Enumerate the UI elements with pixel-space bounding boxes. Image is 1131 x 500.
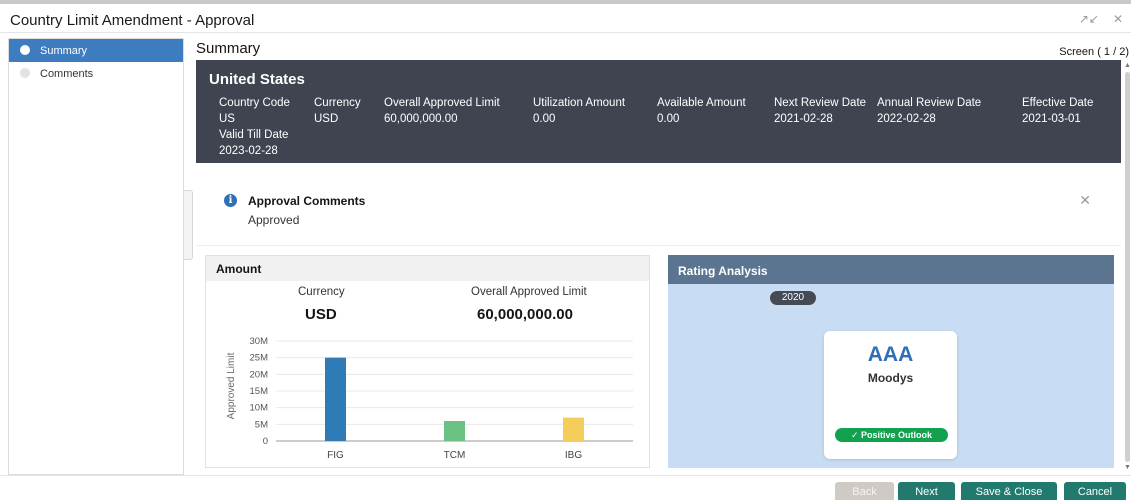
scrollbar-thumb[interactable] [1125, 72, 1130, 462]
field-overall-approved-limit: Overall Approved Limit 60,000,000.00 [384, 95, 500, 127]
field-label: Overall Approved Limit [384, 97, 500, 109]
field-value: 60,000,000.00 [384, 113, 458, 125]
field-valid-till-date: Valid Till Date 2023-02-28 [219, 127, 288, 159]
page-title: Summary [196, 40, 261, 57]
sidebar-item-label: Comments [40, 67, 94, 80]
field-value: 2021-02-28 [774, 113, 833, 125]
window-title: Country Limit Amendment - Approval [10, 12, 255, 29]
sidebar-item-summary[interactable]: Summary [9, 39, 183, 62]
field-available-amount: Available Amount 0.00 [657, 95, 746, 127]
y-tick-label: 5M [255, 419, 268, 430]
bar-fig[interactable] [325, 357, 346, 441]
next-button[interactable]: Next [898, 482, 955, 500]
scroll-up-icon[interactable]: ▲ [1124, 62, 1131, 69]
y-tick-label: 20M [250, 369, 269, 380]
limit-label: Overall Approved Limit [471, 286, 587, 298]
rating-tile: AAA Moodys ✓ Positive Outlook [824, 331, 957, 459]
amount-card-title: Amount [206, 256, 649, 281]
window-titlebar: Country Limit Amendment - Approval ↗↙ ✕ [0, 0, 1131, 33]
comments-text: Approved [248, 213, 300, 227]
x-tick-label: FIG [327, 450, 344, 461]
country-name: United States [209, 71, 305, 88]
y-tick-label: 10M [250, 403, 269, 414]
minimize-icon[interactable]: ↗↙ [1079, 12, 1099, 26]
sidebar-item-label: Summary [40, 44, 88, 57]
limit-value: 60,000,000.00 [477, 306, 573, 323]
outlook-badge: ✓ Positive Outlook [835, 428, 948, 442]
amount-card: Amount Currency USD Overall Approved Lim… [205, 255, 650, 468]
sidebar-collapse-handle[interactable] [184, 190, 193, 260]
sidebar-navigation: Summary Comments [8, 38, 184, 475]
rating-card-title: Rating Analysis [668, 255, 1114, 284]
x-tick-label: IBG [565, 450, 582, 461]
approval-comments-card: i Approval Comments Approved ✕ [196, 170, 1121, 246]
scroll-down-icon[interactable]: ▼ [1124, 464, 1131, 471]
info-icon: i [224, 194, 237, 207]
field-value: 0.00 [657, 113, 680, 125]
country-summary-panel: United States Country Code US Currency U… [196, 60, 1121, 163]
field-label: Utilization Amount [533, 97, 626, 109]
y-tick-label: 15M [250, 386, 269, 397]
rating-agency: Moodys [867, 371, 914, 385]
screen-indicator: Screen ( 1 / 2) [1059, 46, 1129, 58]
approved-limit-bar-chart: 0 5M 10M 15M 20M 25M 30M FIG TCM IBG Approved Li… [226, 336, 633, 461]
window-controls: ↗↙ ✕ [1079, 12, 1123, 26]
close-icon[interactable]: ✕ [1079, 192, 1091, 209]
field-currency: Currency USD [314, 95, 361, 127]
rating-analysis-card: Rating Analysis 2020 AAA Moodys ✓ Positi… [668, 255, 1114, 468]
field-utilization-amount: Utilization Amount 0.00 [533, 95, 625, 127]
field-value: 2022-02-28 [877, 113, 936, 125]
back-button[interactable]: Back [835, 482, 894, 500]
field-label: Next Review Date [774, 97, 867, 109]
currency-label: Currency [298, 286, 345, 298]
footer-action-bar: Back Next Save & Close Cancel [0, 475, 1131, 500]
field-label: Annual Review Date [877, 97, 982, 109]
bar-tcm[interactable] [444, 421, 465, 441]
field-value: USD [314, 113, 339, 125]
comments-heading: Approval Comments [248, 194, 366, 208]
field-label: Valid Till Date [219, 129, 289, 141]
field-label: Available Amount [657, 97, 746, 109]
y-tick-label: 0 [263, 436, 268, 447]
field-value: 0.00 [533, 113, 556, 125]
y-tick-label: 30M [250, 336, 269, 347]
field-country-code: Country Code US [219, 95, 290, 127]
field-value: 2021-03-01 [1022, 113, 1081, 125]
step-indicator-icon [20, 68, 30, 78]
year-chip[interactable]: 2020 [770, 291, 816, 305]
field-value: US [219, 113, 235, 125]
vertical-scrollbar[interactable]: ▲ ▼ [1124, 60, 1131, 475]
close-icon[interactable]: ✕ [1113, 12, 1123, 26]
field-annual-review-date: Annual Review Date 2022-02-28 [877, 95, 981, 127]
rating-grade: AAA [867, 343, 914, 366]
field-label: Country Code [219, 97, 290, 109]
field-effective-date: Effective Date 2021-03-01 [1022, 95, 1093, 127]
y-axis-title: Approved Limit [226, 352, 237, 419]
y-tick-label: 25M [250, 353, 269, 364]
sidebar-item-comments[interactable]: Comments [9, 62, 183, 85]
x-tick-label: TCM [444, 450, 466, 461]
field-next-review-date: Next Review Date 2021-02-28 [774, 95, 866, 127]
cancel-button[interactable]: Cancel [1064, 482, 1126, 500]
save-and-close-button[interactable]: Save & Close [961, 482, 1057, 500]
bar-ibg[interactable] [563, 417, 584, 441]
field-label: Currency [314, 97, 361, 109]
currency-value: USD [305, 306, 337, 323]
field-label: Effective Date [1022, 97, 1094, 109]
field-value: 2023-02-28 [219, 145, 278, 157]
step-indicator-icon [20, 45, 30, 55]
